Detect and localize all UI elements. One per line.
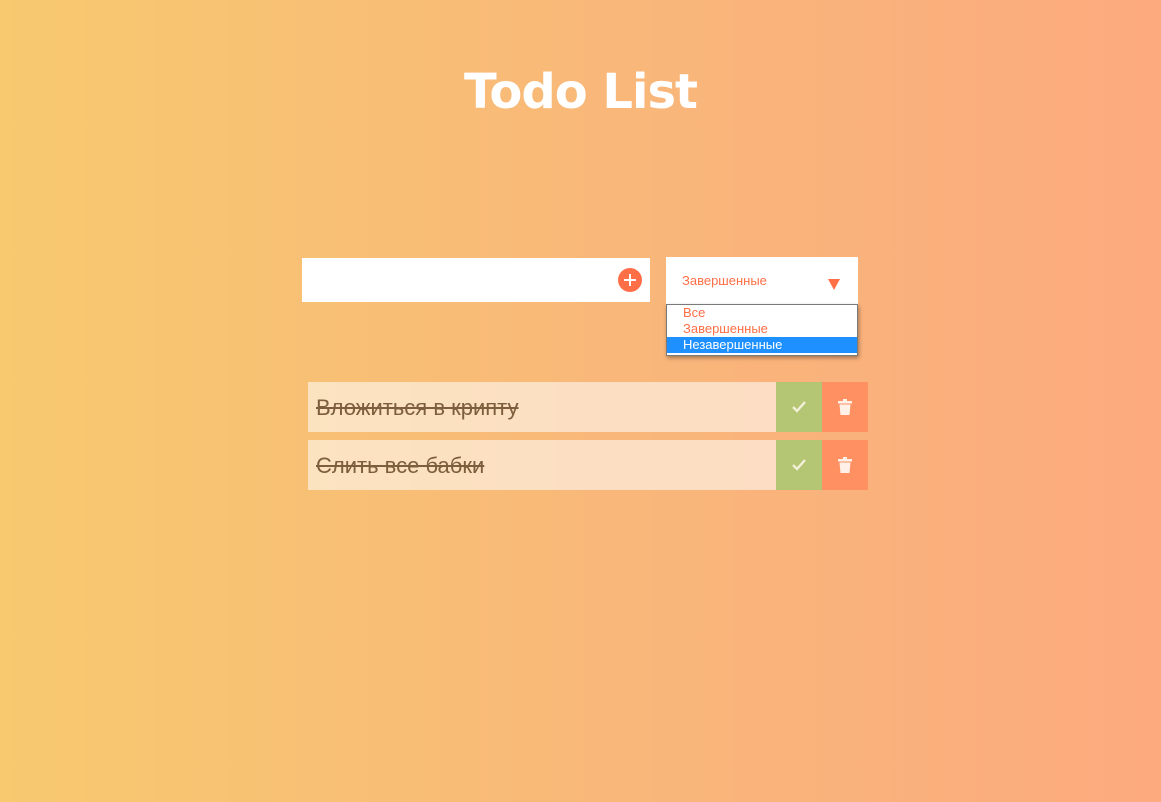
- add-todo-button[interactable]: [618, 268, 642, 292]
- check-icon: [792, 459, 806, 471]
- todo-text-box: Слить все бабки: [308, 440, 776, 490]
- check-icon: [792, 401, 806, 413]
- triangle-down-icon: [828, 279, 840, 290]
- plus-circle-icon: [624, 274, 636, 286]
- filter-selected-value: Завершенные: [682, 273, 767, 288]
- todo-item: Вложиться в крипту: [308, 382, 868, 432]
- trash-button[interactable]: [822, 382, 868, 432]
- filter-option-uncompleted[interactable]: Незавершенные: [667, 337, 857, 353]
- complete-button[interactable]: [776, 382, 822, 432]
- trash-icon: [838, 399, 852, 415]
- filter-select[interactable]: Завершенные: [666, 257, 858, 304]
- todo-form: [302, 258, 650, 302]
- todo-item: Слить все бабки: [308, 440, 868, 490]
- todo-text: Вложиться в крипту: [316, 395, 519, 420]
- trash-icon: [838, 457, 852, 473]
- todo-text: Слить все бабки: [316, 453, 485, 478]
- filter-option-completed[interactable]: Завершенные: [667, 321, 857, 337]
- filter-option-all[interactable]: Все: [667, 305, 857, 321]
- todo-input[interactable]: [302, 258, 602, 302]
- todo-text-box: Вложиться в крипту: [308, 382, 776, 432]
- trash-button[interactable]: [822, 440, 868, 490]
- page-title: Todo List: [464, 64, 698, 120]
- filter-dropdown-list: Все Завершенные Незавершенные: [666, 304, 858, 356]
- complete-button[interactable]: [776, 440, 822, 490]
